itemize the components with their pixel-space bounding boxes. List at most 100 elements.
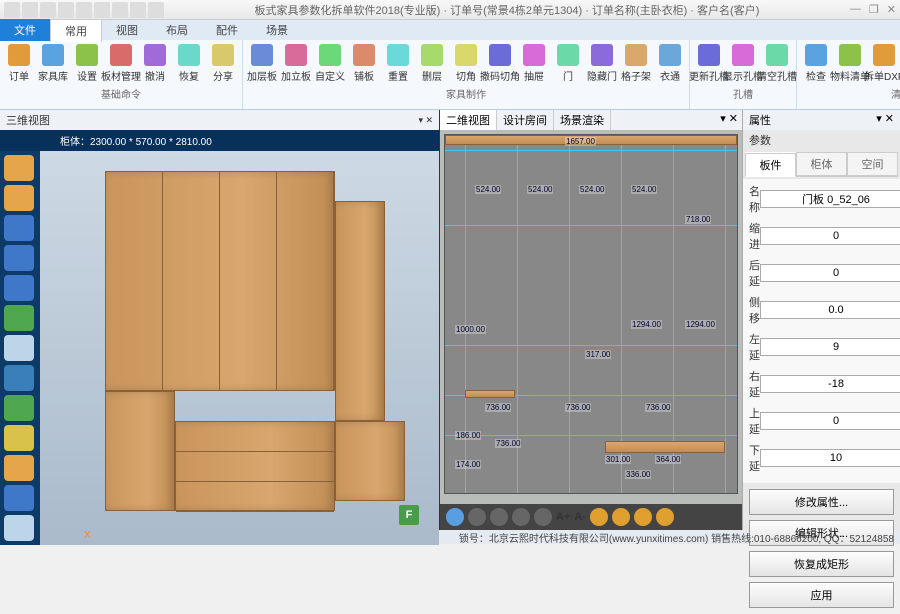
ribbon-button[interactable]: 铺板 [347, 42, 381, 85]
qat-btn[interactable] [22, 2, 38, 18]
tool-btn[interactable] [4, 245, 34, 271]
tool-btn[interactable] [4, 425, 34, 451]
ribbon-button[interactable]: 家具库 [36, 42, 70, 85]
ribbon-button[interactable]: 撤消 [138, 42, 172, 85]
tab-common[interactable]: 常用 [50, 19, 102, 42]
tool-btn[interactable] [4, 365, 34, 391]
ribbon-button[interactable]: 设置 [70, 42, 104, 85]
group-name: 孔槽 [692, 85, 794, 102]
ribbon-icon [353, 44, 375, 66]
qat-btn[interactable] [148, 2, 164, 18]
name-field[interactable] [760, 190, 900, 208]
vb-btn[interactable] [656, 508, 674, 526]
vb-btn[interactable] [446, 508, 464, 526]
ribbon-button[interactable]: 板材管理 [104, 42, 138, 85]
dim-label: 524.00 [631, 185, 657, 194]
up-field[interactable] [760, 412, 900, 430]
ribbon-button[interactable]: 重置 [381, 42, 415, 85]
vb-btn[interactable] [534, 508, 552, 526]
vb-btn[interactable] [590, 508, 608, 526]
ribbon-button[interactable]: 更新孔槽 [692, 42, 726, 85]
ribbon-button[interactable]: 物料清单 [833, 42, 867, 85]
tool-btn[interactable] [4, 305, 34, 331]
ribbon-button[interactable]: 格子架 [619, 42, 653, 85]
minimize-icon[interactable]: — [850, 3, 861, 16]
front-field[interactable] [760, 264, 900, 282]
tab-parts[interactable]: 配件 [202, 19, 252, 41]
tool-btn[interactable] [4, 515, 34, 541]
dropdown-icon[interactable]: ▾ ✕ [876, 112, 894, 128]
tool-btn[interactable] [4, 395, 34, 421]
vb-btn[interactable] [490, 508, 508, 526]
maximize-icon[interactable]: ❐ [869, 3, 879, 16]
ribbon-button[interactable]: 切角 [449, 42, 483, 85]
dim-label: 736.00 [495, 439, 521, 448]
vb-btn[interactable] [468, 508, 486, 526]
ribbon-icon [212, 44, 234, 66]
tool-btn[interactable] [4, 185, 34, 211]
left-field[interactable] [760, 338, 900, 356]
ribbon-icon [523, 44, 545, 66]
ribbon-button[interactable]: 衣通 [653, 42, 687, 85]
down-field[interactable] [760, 449, 900, 467]
ribbon-label: 家具库 [38, 68, 68, 83]
ribbon-button[interactable]: 恢复 [172, 42, 206, 85]
tool-btn[interactable] [4, 335, 34, 361]
dropdown-icon[interactable]: ▾ ✕ [418, 115, 433, 126]
ribbon-button[interactable]: 隐藏门 [585, 42, 619, 85]
ribbon-button[interactable]: 抽屉 [517, 42, 551, 85]
view2d-body[interactable]: 1657.00 524.00 524.00 524.00 524.00 718.… [440, 130, 742, 504]
tool-btn[interactable] [4, 215, 34, 241]
ribbon-button[interactable]: 门 [551, 42, 585, 85]
canvas-3d[interactable]: F X [40, 151, 439, 545]
font-decrease[interactable]: A- [574, 511, 586, 523]
qat-btn[interactable] [130, 2, 146, 18]
qat-btn[interactable] [40, 2, 56, 18]
tab-space[interactable]: 空间 [847, 152, 898, 176]
group-name: 清单 [799, 85, 900, 102]
ribbon-button[interactable]: 检查 [799, 42, 833, 85]
qat-btn[interactable] [58, 2, 74, 18]
ribbon-button[interactable]: 分享 [206, 42, 240, 85]
ribbon-button[interactable]: 加立板 [279, 42, 313, 85]
dropdown-icon[interactable]: ▾ ✕ [716, 110, 742, 130]
vb-btn[interactable] [634, 508, 652, 526]
side-field[interactable] [760, 301, 900, 319]
qat-btn[interactable] [112, 2, 128, 18]
tab-scene[interactable]: 场景 [252, 19, 302, 41]
ribbon-button[interactable]: 加层板 [245, 42, 279, 85]
qat-btn[interactable] [76, 2, 92, 18]
tab-scene-render[interactable]: 场景渲染 [554, 110, 611, 130]
close-icon[interactable]: ✕ [887, 3, 896, 16]
ribbon-label: 衣通 [660, 68, 680, 83]
ribbon-button[interactable]: 删层 [415, 42, 449, 85]
ribbon-button[interactable]: 撒码切角 [483, 42, 517, 85]
ribbon-button[interactable]: 清空孔槽 [760, 42, 794, 85]
tool-btn[interactable] [4, 155, 34, 181]
tool-btn[interactable] [4, 275, 34, 301]
ribbon-button[interactable]: 显示孔槽 [726, 42, 760, 85]
ribbon-button[interactable]: 订单 [2, 42, 36, 85]
shrink-field[interactable] [760, 227, 900, 245]
tab-design-room[interactable]: 设计房间 [497, 110, 554, 130]
vb-btn[interactable] [512, 508, 530, 526]
tab-2d-view[interactable]: 二维视图 [440, 110, 497, 130]
qat-btn[interactable] [94, 2, 110, 18]
vb-btn[interactable] [612, 508, 630, 526]
tab-file[interactable]: 文件 [0, 19, 50, 41]
right-field[interactable] [760, 375, 900, 393]
tool-btn[interactable] [4, 455, 34, 481]
tab-panel[interactable]: 板件 [745, 153, 796, 177]
tab-layout[interactable]: 布局 [152, 19, 202, 41]
ribbon-button[interactable]: 自定义 [313, 42, 347, 85]
qat-btn[interactable] [4, 2, 20, 18]
tab-cabinet[interactable]: 柜体 [796, 152, 847, 176]
apply-button[interactable]: 应用 [749, 582, 894, 608]
reset-rect-button[interactable]: 恢复成矩形 [749, 551, 894, 577]
tab-view[interactable]: 视图 [102, 19, 152, 41]
tool-btn[interactable] [4, 485, 34, 511]
view2d-tabs: 二维视图 设计房间 场景渲染 ▾ ✕ [440, 110, 742, 130]
font-increase[interactable]: A+ [556, 511, 570, 523]
ribbon-button[interactable]: 拆单DXF [867, 42, 900, 85]
edit-props-button[interactable]: 修改属性... [749, 489, 894, 515]
